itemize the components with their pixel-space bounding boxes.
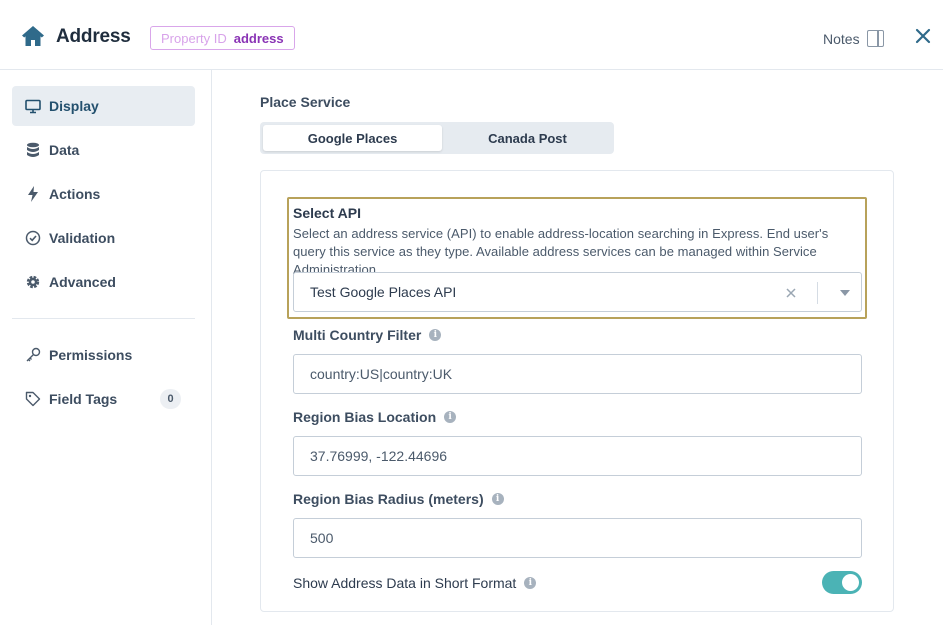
property-id-value: address [233, 30, 284, 46]
notes-label: Notes [823, 30, 860, 47]
short-format-toggle[interactable] [822, 571, 862, 594]
select-api-title: Select API [293, 205, 361, 221]
multi-country-filter-label-text: Multi Country Filter [293, 327, 422, 343]
region-bias-radius-label: Region Bias Radius (meters) i [293, 491, 504, 507]
sidebar-item-label: Data [49, 142, 80, 158]
sidebar-item-label: Permissions [49, 347, 133, 363]
info-icon[interactable]: i [429, 329, 442, 341]
sidebar-item-label: Display [49, 98, 99, 114]
select-separator [817, 282, 818, 304]
segment-google-places[interactable]: Google Places [263, 125, 442, 151]
key-icon [25, 347, 41, 363]
multi-country-filter-input[interactable]: country:US|country:UK [293, 354, 862, 394]
sidebar-item-field-tags[interactable]: Field Tags 0 [12, 379, 195, 419]
page-title: Address [56, 26, 131, 47]
sidebar-item-label: Field Tags [49, 391, 118, 407]
segment-canada-post[interactable]: Canada Post [444, 125, 611, 151]
sidebar-item-advanced[interactable]: Advanced [12, 262, 195, 302]
region-bias-radius-label-text: Region Bias Radius (meters) [293, 491, 484, 507]
region-bias-location-label: Region Bias Location i [293, 409, 457, 425]
sidebar-item-data[interactable]: Data [12, 130, 195, 170]
monitor-icon [25, 98, 41, 114]
place-service-label: Place Service [260, 94, 351, 110]
region-bias-location-input[interactable]: 37.76999, -122.44696 [293, 436, 862, 476]
short-format-label: Show Address Data in Short Format i [293, 575, 537, 591]
select-api-value: Test Google Places API [310, 284, 457, 300]
sidebar-item-label: Validation [49, 230, 116, 246]
tag-icon [25, 391, 41, 407]
multi-country-filter-label: Multi Country Filter i [293, 327, 442, 343]
gear-icon [25, 274, 41, 290]
sidebar: Display Data Actions Validation Advanced… [0, 70, 212, 625]
sidebar-item-actions[interactable]: Actions [12, 174, 195, 214]
sidebar-item-label: Actions [49, 186, 101, 202]
property-id-badge: Property ID address [150, 26, 295, 50]
lightning-icon [25, 186, 41, 202]
sidebar-item-permissions[interactable]: Permissions [12, 335, 195, 375]
chevron-down-icon[interactable] [840, 290, 850, 296]
field-tags-count-badge: 0 [160, 389, 181, 409]
check-circle-icon [25, 230, 41, 246]
clear-icon[interactable] [784, 286, 798, 300]
sidebar-divider [12, 318, 195, 319]
database-icon [25, 142, 41, 158]
info-icon[interactable]: i [444, 411, 457, 423]
place-service-segmented-control: Google Places Canada Post [260, 122, 614, 154]
sidebar-item-validation[interactable]: Validation [12, 218, 195, 258]
region-bias-radius-input[interactable]: 500 [293, 518, 862, 558]
toggle-knob [842, 574, 859, 591]
short-format-label-text: Show Address Data in Short Format [293, 575, 517, 591]
header: Address Property ID address Notes [0, 0, 943, 70]
close-icon[interactable] [914, 27, 932, 45]
notes-button[interactable]: Notes [823, 30, 884, 47]
property-id-label: Property ID [161, 30, 227, 46]
region-bias-location-label-text: Region Bias Location [293, 409, 437, 425]
sidebar-item-display[interactable]: Display [12, 86, 195, 126]
select-api-description: Select an address service (API) to enabl… [293, 226, 829, 277]
home-icon [22, 26, 44, 46]
info-icon[interactable]: i [491, 493, 504, 505]
sidebar-item-label: Advanced [49, 274, 116, 290]
panel-icon [866, 30, 884, 47]
info-icon[interactable]: i [524, 577, 537, 589]
select-api-dropdown[interactable]: Test Google Places API [293, 272, 862, 312]
